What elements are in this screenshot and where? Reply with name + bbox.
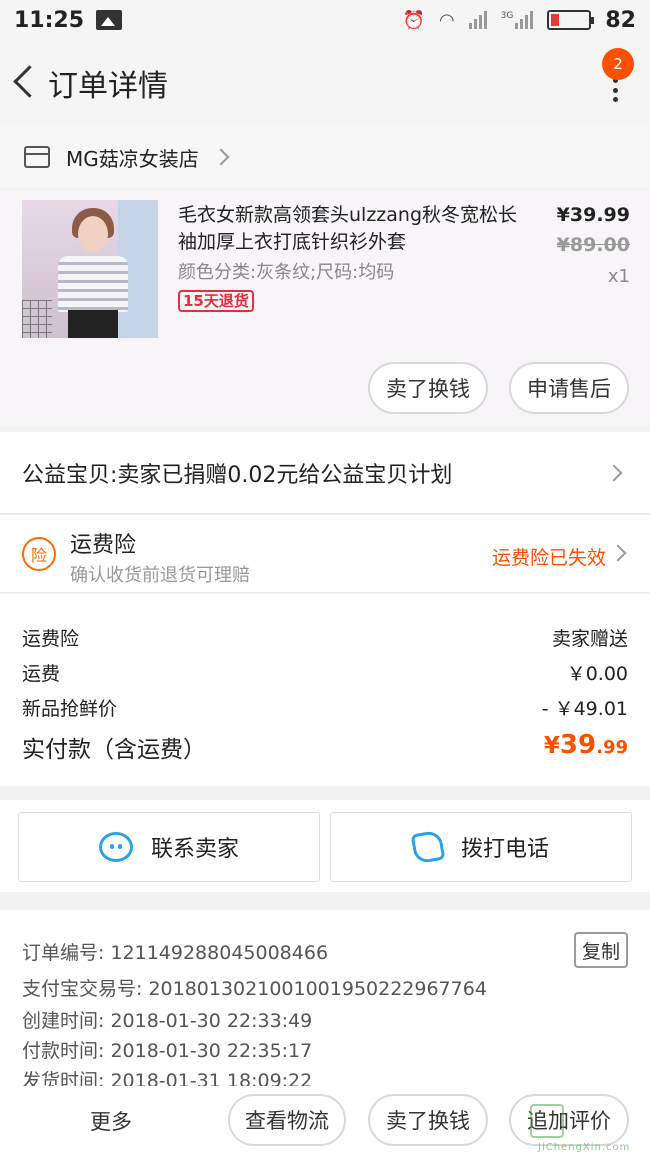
site-watermark: JiChengXin.com bbox=[530, 1104, 648, 1154]
cost-row: 新品抢鲜价 - ￥49.01 bbox=[22, 694, 628, 721]
shop-row[interactable]: MG菇凉女装店 bbox=[0, 126, 650, 188]
product-original-price: ¥89.00 bbox=[556, 234, 630, 256]
wifi-icon: ◠ bbox=[438, 9, 455, 31]
cost-label: 新品抢鲜价 bbox=[22, 698, 118, 720]
more-menu-icon[interactable] bbox=[610, 78, 620, 102]
alipay-trade-number: 支付宝交易号: 2018013021001001950222967764 bbox=[22, 978, 487, 1000]
network-type-label: 3G bbox=[500, 11, 514, 21]
cost-label: 运费险 bbox=[22, 628, 80, 650]
cost-value: - ￥49.01 bbox=[541, 698, 628, 720]
return-policy-tag: 15天退货 bbox=[178, 290, 254, 312]
cost-value: 卖家赠送 bbox=[551, 628, 628, 650]
store-icon bbox=[24, 146, 50, 168]
contact-seller-label: 联系卖家 bbox=[150, 837, 239, 862]
back-arrow-icon[interactable] bbox=[8, 40, 48, 126]
call-phone-button[interactable]: 拨打电话 bbox=[330, 812, 632, 882]
contact-seller-button[interactable]: 联系卖家 bbox=[18, 812, 320, 882]
top-nav-bar: 订单详情 2 bbox=[0, 40, 650, 126]
image-notification-icon bbox=[96, 10, 123, 30]
order-number: 订单编号: 121149288045008466 bbox=[22, 942, 329, 964]
freight-insurance-row[interactable]: 险 运费险 确认收货前退货可理赔 运费险已失效 bbox=[0, 515, 650, 593]
created-time: 创建时间: 2018-01-30 22:33:49 bbox=[22, 1010, 313, 1032]
total-amount: ¥39.99 bbox=[544, 730, 628, 764]
shipped-time: 发货时间: 2018-01-31 18:09:22 bbox=[22, 1070, 313, 1086]
product-title[interactable]: 毛衣女新款高领套头ulzzang秋冬宽松长袖加厚上衣打底针织衫外套 bbox=[178, 202, 518, 256]
charity-row[interactable]: 公益宝贝:卖家已捐赠0.02元给公益宝贝计划 bbox=[0, 432, 650, 514]
signal-3g-icon: 3G bbox=[501, 11, 534, 29]
cost-summary: 运费险 卖家赠送 运费 ￥0.00 新品抢鲜价 - ￥49.01 实付款（含运费… bbox=[0, 594, 650, 786]
paid-time: 付款时间: 2018-01-30 22:35:17 bbox=[22, 1040, 313, 1062]
total-row: 实付款（含运费） ¥39.99 bbox=[22, 730, 628, 764]
notification-badge: 2 bbox=[602, 48, 634, 80]
product-price: ¥39.99 bbox=[556, 204, 630, 226]
copy-button[interactable]: 复制 bbox=[574, 932, 628, 968]
total-label: 实付款（含运费） bbox=[22, 737, 206, 763]
status-bar: 11:25 ⏰ ◠ 3G 82 bbox=[0, 0, 650, 40]
cost-row: 运费险 卖家赠送 bbox=[22, 624, 628, 651]
watermark-logo-icon bbox=[530, 1104, 564, 1138]
watermark-url: JiChengXin.com bbox=[538, 1142, 631, 1153]
product-quantity: x1 bbox=[607, 266, 630, 287]
product-thumbnail[interactable] bbox=[22, 200, 158, 338]
battery-level: 82 bbox=[605, 7, 636, 33]
freight-insurance-title: 运费险 bbox=[70, 533, 137, 558]
more-button[interactable]: 更多 bbox=[90, 1106, 132, 1136]
product-item: 毛衣女新款高领套头ulzzang秋冬宽松长袖加厚上衣打底针织衫外套 颜色分类:灰… bbox=[0, 190, 650, 426]
freight-insurance-subtitle: 确认收货前退货可理赔 bbox=[70, 565, 250, 586]
after-sale-button[interactable]: 申请售后 bbox=[509, 362, 629, 414]
chevron-right-icon bbox=[609, 544, 627, 562]
signal-icon bbox=[468, 11, 487, 29]
charity-text: 公益宝贝:卖家已捐赠0.02元给公益宝贝计划 bbox=[22, 462, 453, 488]
chat-icon bbox=[98, 832, 133, 862]
phone-icon bbox=[410, 829, 446, 865]
chevron-right-icon bbox=[605, 464, 623, 482]
insurance-icon: 险 bbox=[22, 537, 56, 571]
total-decimal: .99 bbox=[596, 737, 628, 758]
view-logistics-button[interactable]: 查看物流 bbox=[228, 1094, 346, 1146]
shop-name: MG菇凉女装店 bbox=[66, 146, 199, 171]
alarm-icon: ⏰ bbox=[402, 9, 425, 31]
sell-button[interactable]: 卖了换钱 bbox=[368, 1094, 488, 1146]
battery-icon bbox=[547, 10, 595, 30]
cost-label: 运费 bbox=[22, 663, 61, 685]
call-phone-label: 拨打电话 bbox=[460, 837, 549, 862]
freight-insurance-status: 运费险已失效 bbox=[491, 547, 606, 569]
status-icons: ⏰ ◠ 3G 82 bbox=[403, 8, 636, 33]
product-sku: 颜色分类:灰条纹;尺码:均码 bbox=[178, 262, 395, 283]
page-title: 订单详情 bbox=[48, 69, 168, 104]
cost-row: 运费 ￥0.00 bbox=[22, 659, 628, 686]
cost-value: ￥0.00 bbox=[566, 663, 628, 685]
order-info: 订单编号: 121149288045008466 支付宝交易号: 2018013… bbox=[0, 910, 650, 1086]
chevron-right-icon bbox=[212, 148, 230, 166]
total-integer: 39 bbox=[559, 730, 597, 760]
currency-symbol: ¥ bbox=[543, 733, 560, 759]
sell-button[interactable]: 卖了换钱 bbox=[368, 362, 488, 414]
clock-time: 11:25 bbox=[14, 7, 85, 33]
contact-bar: 联系卖家 拨打电话 bbox=[0, 800, 650, 892]
